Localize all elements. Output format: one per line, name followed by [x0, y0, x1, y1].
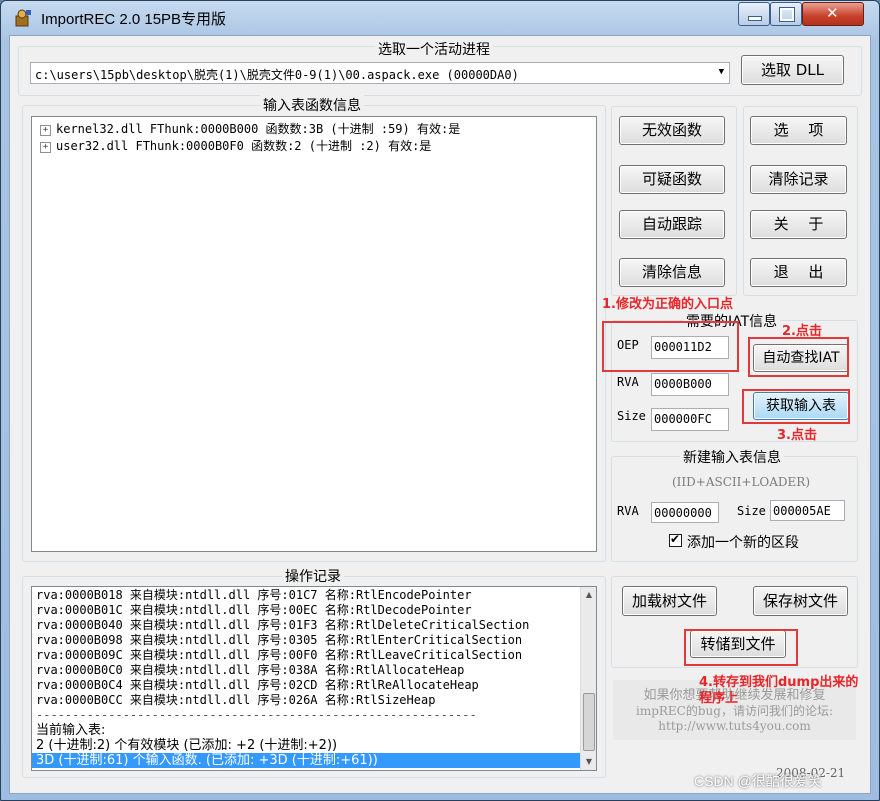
new-size-input[interactable]: 000005AE	[770, 500, 845, 521]
auto-find-highlight-box	[748, 337, 849, 377]
tree-item-kernel32[interactable]: + kernel32.dll FThunk:0000B000 函数数:3B (十进…	[40, 120, 460, 136]
log-summary-funcs[interactable]: 3D (十进制:61) 个输入函数. (已添加: +3D (十进制:+61))	[32, 753, 580, 768]
forum-link[interactable]: http://www.tuts4you.com	[613, 719, 856, 733]
new-rva-input[interactable]: 00000000	[651, 502, 719, 523]
minimize-button[interactable]	[738, 2, 770, 26]
about-button[interactable]: 关 于	[750, 210, 847, 239]
log-row: rva:0000B018 来自模块:ntdll.dll 序号:01C7 名称:R…	[36, 588, 472, 602]
log-row: rva:0000B09C 来自模块:ntdll.dll 序号:00F0 名称:R…	[36, 648, 523, 662]
new-size-label: Size	[737, 504, 766, 518]
log-summary-modules: 2 (十进制:2) 个有效模块 (已添加: +2 (十进制:+2))	[36, 738, 338, 753]
close-button[interactable]: ✕	[802, 2, 864, 26]
maximize-icon	[779, 7, 795, 22]
close-icon: ✕	[826, 4, 839, 22]
log-group-title: 操作记录	[282, 566, 344, 586]
log-row: rva:0000B0C4 来自模块:ntdll.dll 序号:02CD 名称:R…	[36, 678, 479, 692]
expand-icon[interactable]: +	[40, 125, 51, 136]
maximize-button[interactable]	[770, 2, 802, 26]
save-tree-button[interactable]: 保存树文件	[753, 586, 848, 616]
title-bar[interactable]: ImportREC 2.0 15PB专用版 ✕	[1, 1, 879, 35]
minimize-icon	[748, 16, 762, 21]
options-button[interactable]: 选 项	[750, 116, 847, 145]
auto-trace-button[interactable]: 自动跟踪	[619, 210, 725, 239]
log-row: rva:0000B040 来自模块:ntdll.dll 序号:01F3 名称:R…	[36, 618, 530, 632]
scroll-down-icon[interactable]: ▼	[581, 754, 596, 770]
log-rows: rva:0000B018 来自模块:ntdll.dll 序号:01C7 名称:R…	[32, 588, 580, 768]
oep-highlight-box	[602, 321, 739, 372]
scroll-up-icon[interactable]: ▲	[581, 587, 596, 603]
new-rva-label: RVA	[617, 504, 639, 518]
iat-size-input[interactable]: 000000FC	[651, 408, 729, 431]
annotation-step1: 1.修改为正确的入口点	[602, 297, 733, 312]
get-imports-highlight-box	[742, 389, 850, 424]
log-row: rva:0000B0CC 来自模块:ntdll.dll 序号:026A 名称:R…	[36, 693, 436, 707]
pick-dll-button[interactable]: 选取 DLL	[741, 55, 844, 85]
log-scrollbar[interactable]: ▲ ▼	[580, 587, 596, 770]
clear-info-button[interactable]: 清除信息	[619, 258, 725, 287]
new-import-subtitle: (IID+ASCII+LOADER)	[670, 472, 810, 492]
iat-rva-label: RVA	[617, 375, 639, 389]
add-section-label: 添加一个新的区段	[687, 535, 799, 551]
tree-item-user32[interactable]: + user32.dll FThunk:0000B0F0 函数数:2 (十进制 :…	[40, 137, 431, 153]
process-select[interactable]: c:\users\15pb\desktop\脱壳(1)\脱壳文件0-9(1)\0…	[30, 62, 730, 84]
main-window: ImportREC 2.0 15PB专用版 ✕ 选取一个活动进程 c:\user…	[0, 0, 880, 801]
log-row: rva:0000B0C0 来自模块:ntdll.dll 序号:038A 名称:R…	[36, 663, 465, 677]
annotation-step3: 3.点击	[777, 428, 817, 443]
annotation-step2: 2.点击	[782, 324, 822, 339]
invalid-funcs-button[interactable]: 无效函数	[619, 116, 725, 145]
add-section-checkbox[interactable]: ✔	[669, 532, 682, 547]
log-separator: ----------------------------------------…	[36, 708, 477, 722]
process-group-title: 选取一个活动进程	[375, 39, 493, 59]
iat-size-label: Size	[617, 409, 646, 423]
suspect-funcs-button[interactable]: 可疑函数	[619, 165, 725, 194]
scroll-thumb[interactable]	[583, 693, 595, 751]
csdn-watermark: CSDN @很酷很爱笑	[694, 773, 822, 789]
chevron-down-icon: ▼	[718, 67, 724, 77]
clear-log-button[interactable]: 清除记录	[750, 165, 847, 194]
load-tree-button[interactable]: 加载树文件	[622, 586, 717, 616]
log-row: rva:0000B098 来自模块:ntdll.dll 序号:0305 名称:R…	[36, 633, 523, 647]
imports-tree[interactable]: + kernel32.dll FThunk:0000B000 函数数:3B (十进…	[31, 116, 597, 552]
dump-highlight-box	[684, 629, 798, 666]
checkmark-icon: ✔	[670, 532, 681, 546]
new-import-group-title: 新建输入表信息	[680, 447, 784, 467]
log-current-label: 当前输入表:	[36, 723, 106, 738]
exit-button[interactable]: 退 出	[750, 258, 847, 287]
log-list[interactable]: rva:0000B018 来自模块:ntdll.dll 序号:01C7 名称:R…	[31, 586, 597, 771]
log-row: rva:0000B01C 来自模块:ntdll.dll 序号:00EC 名称:R…	[36, 603, 472, 617]
annotation-step4-line2: 程序上	[699, 691, 739, 706]
app-icon	[15, 9, 31, 27]
iat-rva-input[interactable]: 0000B000	[651, 373, 729, 396]
window-title: ImportREC 2.0 15PB专用版	[41, 11, 227, 28]
expand-icon[interactable]: +	[40, 142, 51, 153]
process-select-value: c:\users\15pb\desktop\脱壳(1)\脱壳文件0-9(1)\0…	[35, 68, 519, 82]
imports-group-title: 输入表函数信息	[260, 95, 364, 115]
